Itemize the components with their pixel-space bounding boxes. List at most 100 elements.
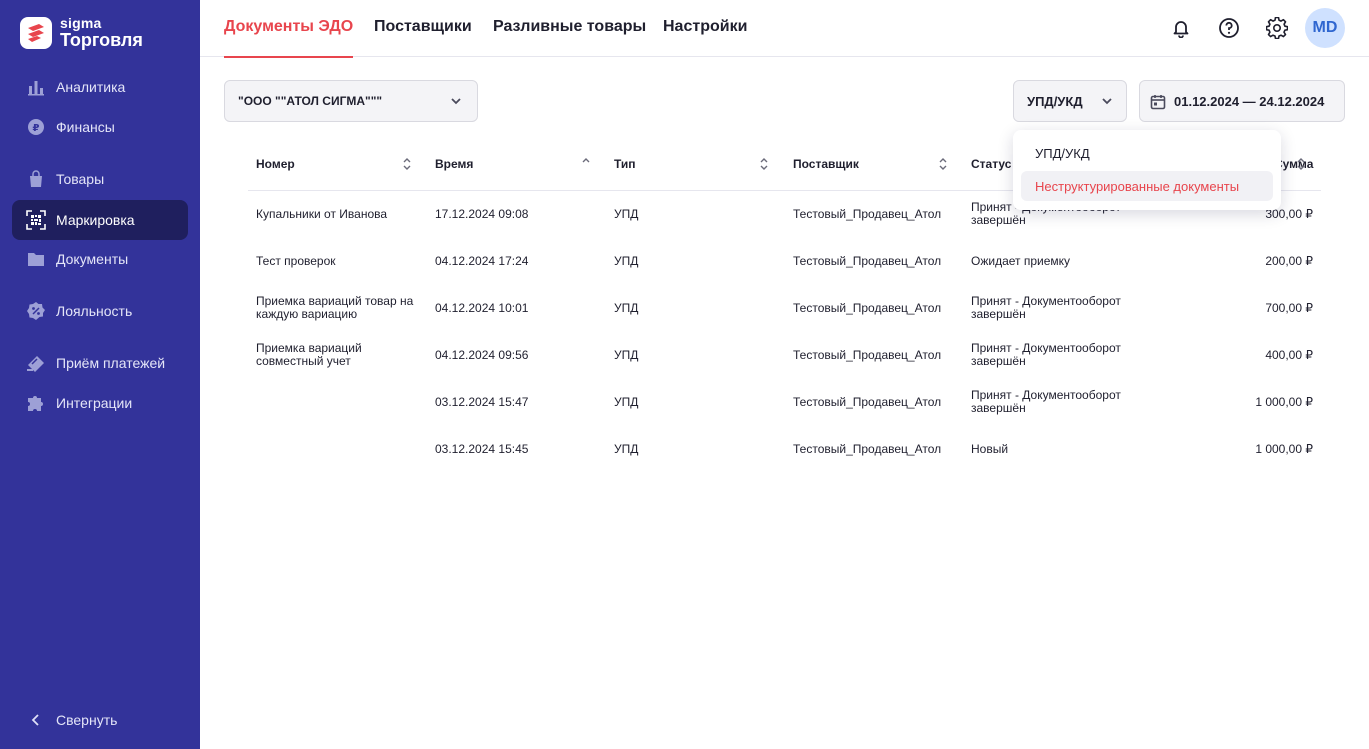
calendar-icon — [1150, 94, 1166, 113]
sort-icon[interactable] — [938, 157, 948, 171]
table-row[interactable]: Тест проверок 04.12.2024 17:24 УПД Тесто… — [248, 238, 1321, 285]
cell-amount: 1 000,00 ₽ — [1255, 442, 1313, 456]
help-icon[interactable] — [1217, 16, 1241, 40]
gear-icon[interactable] — [1265, 16, 1289, 40]
date-range-picker[interactable]: 01.12.2024 — 24.12.2024 — [1139, 80, 1345, 122]
cell-time: 03.12.2024 15:45 — [435, 442, 529, 456]
cell-number: Приемка вариаций совместный учет — [256, 341, 362, 368]
cell-type: УПД — [614, 207, 639, 221]
cell-type: УПД — [614, 442, 639, 456]
dropdown-option-unstructured[interactable]: Неструктурированные документы — [1021, 171, 1273, 201]
sidebar-item-label: Документы — [56, 251, 129, 267]
sidebar-item-documents[interactable]: Документы — [12, 239, 188, 279]
cell-supplier: Тестовый_Продавец_Атол — [793, 301, 942, 315]
column-header-time[interactable]: Время — [435, 157, 473, 171]
column-header-supplier[interactable]: Поставщик — [793, 157, 859, 171]
cell-status: Ожидает приемку — [971, 254, 1071, 268]
sidebar-item-label: Приём платежей — [56, 355, 166, 371]
column-header-type[interactable]: Тип — [614, 157, 636, 171]
cell-supplier: Тестовый_Продавец_Атол — [793, 442, 942, 456]
cell-supplier: Тестовый_Продавец_Атол — [793, 395, 942, 409]
cell-time: 03.12.2024 15:47 — [435, 395, 529, 409]
bar-chart-icon — [26, 77, 46, 97]
top-navigation: Документы ЭДО Поставщики Разливные товар… — [200, 0, 1369, 58]
cell-time: 04.12.2024 09:56 — [435, 348, 529, 362]
sidebar-item-label: Интеграции — [56, 395, 133, 411]
tab-draft-goods[interactable]: Разливные товары — [493, 18, 646, 36]
folder-icon — [26, 249, 46, 269]
sidebar-item-loyalty[interactable]: Лояльность — [12, 291, 188, 331]
sidebar-item-label: Маркировка — [56, 212, 135, 228]
sidebar-item-analytics[interactable]: Аналитика — [12, 67, 188, 107]
cell-amount: 200,00 ₽ — [1265, 254, 1313, 268]
brand-sub: sigma — [60, 15, 102, 31]
cell-amount: 1 000,00 ₽ — [1255, 395, 1313, 409]
column-header-number[interactable]: Номер — [256, 157, 295, 171]
chevron-down-icon — [449, 94, 463, 111]
cell-status: Принят - Документооборот завершён — [971, 388, 1121, 415]
cell-number: Приемка вариаций товар на каждую вариаци… — [256, 294, 414, 321]
dropdown-option-upd-ukd[interactable]: УПД/УКД — [1021, 138, 1273, 168]
sidebar-item-label: Товары — [56, 171, 105, 187]
cell-type: УПД — [614, 348, 639, 362]
sort-icon[interactable] — [402, 157, 412, 171]
svg-text:₽: ₽ — [33, 123, 40, 134]
sidebar-item-marking[interactable]: Маркировка — [12, 200, 188, 240]
ruble-coin-icon: ₽ — [26, 117, 46, 137]
sigma-logo-icon — [20, 16, 52, 49]
sidebar-item-finance[interactable]: ₽ Финансы — [12, 107, 188, 147]
table-row[interactable]: Приемка вариаций совместный учет 04.12.2… — [248, 332, 1321, 379]
document-type-value: УПД/УКД — [1027, 93, 1083, 109]
discount-badge-icon — [26, 301, 46, 321]
cell-status: Новый — [971, 442, 1009, 456]
document-type-dropdown: УПД/УКД Неструктурированные документы — [1013, 130, 1281, 210]
tab-settings[interactable]: Настройки — [663, 18, 747, 36]
cell-supplier: Тестовый_Продавец_Атол — [793, 207, 942, 221]
date-range-value: 01.12.2024 — 24.12.2024 — [1174, 93, 1325, 109]
tab-suppliers[interactable]: Поставщики — [374, 18, 472, 36]
sidebar-item-integrations[interactable]: Интеграции — [12, 383, 188, 423]
cell-amount: 400,00 ₽ — [1265, 348, 1313, 362]
table-row[interactable]: 03.12.2024 15:45 УПД Тестовый_Продавец_А… — [248, 426, 1321, 473]
table-row[interactable]: Приемка вариаций товар на каждую вариаци… — [248, 285, 1321, 332]
cell-type: УПД — [614, 301, 639, 315]
column-header-status[interactable]: Статус — [971, 157, 1011, 171]
cell-time: 04.12.2024 17:24 — [435, 254, 529, 268]
shopping-bag-icon — [26, 169, 46, 189]
cell-supplier: Тестовый_Продавец_Атол — [793, 254, 942, 268]
datamatrix-scan-icon — [26, 210, 46, 230]
sort-icon[interactable] — [1296, 157, 1306, 171]
tab-edo-documents[interactable]: Документы ЭДО — [224, 18, 354, 58]
table-row[interactable]: 03.12.2024 15:47 УПД Тестовый_Продавец_А… — [248, 379, 1321, 426]
sort-ascending-icon[interactable] — [581, 157, 591, 171]
organization-select[interactable]: "ООО ""АТОЛ СИГМА""" — [224, 80, 478, 122]
collapse-label: Свернуть — [56, 712, 118, 728]
payment-card-icon — [26, 353, 46, 373]
cell-time: 04.12.2024 10:01 — [435, 301, 529, 315]
brand-name: Торговля — [60, 30, 143, 50]
cell-type: УПД — [614, 254, 639, 268]
document-type-select[interactable]: УПД/УКД — [1013, 80, 1127, 122]
cell-time: 17.12.2024 09:08 — [435, 207, 529, 221]
sidebar-item-label: Аналитика — [56, 79, 126, 95]
sidebar-item-label: Лояльность — [56, 303, 133, 319]
sidebar-item-label: Финансы — [56, 119, 115, 135]
cell-status: Принят - Документооборот завершён — [971, 294, 1121, 321]
cell-amount: 700,00 ₽ — [1265, 301, 1313, 315]
avatar[interactable]: MD — [1305, 8, 1345, 48]
sidebar-item-goods[interactable]: Товары — [12, 159, 188, 199]
cell-number: Купальники от Иванова — [256, 207, 388, 221]
sort-icon[interactable] — [759, 157, 769, 171]
cell-supplier: Тестовый_Продавец_Атол — [793, 348, 942, 362]
chevron-left-icon — [26, 710, 46, 730]
organization-value: "ООО ""АТОЛ СИГМА""" — [238, 94, 383, 108]
sidebar-item-payments[interactable]: Приём платежей — [12, 343, 188, 383]
cell-status: Принят - Документооборот завершён — [971, 341, 1121, 368]
sidebar: sigma Торговля Аналитика ₽ Финансы Товар… — [0, 0, 200, 749]
puzzle-icon — [26, 393, 46, 413]
chevron-down-icon — [1100, 94, 1114, 111]
cell-type: УПД — [614, 395, 639, 409]
logo[interactable]: sigma Торговля — [20, 16, 143, 49]
bell-icon[interactable] — [1169, 16, 1193, 40]
collapse-sidebar-button[interactable]: Свернуть — [12, 700, 188, 740]
